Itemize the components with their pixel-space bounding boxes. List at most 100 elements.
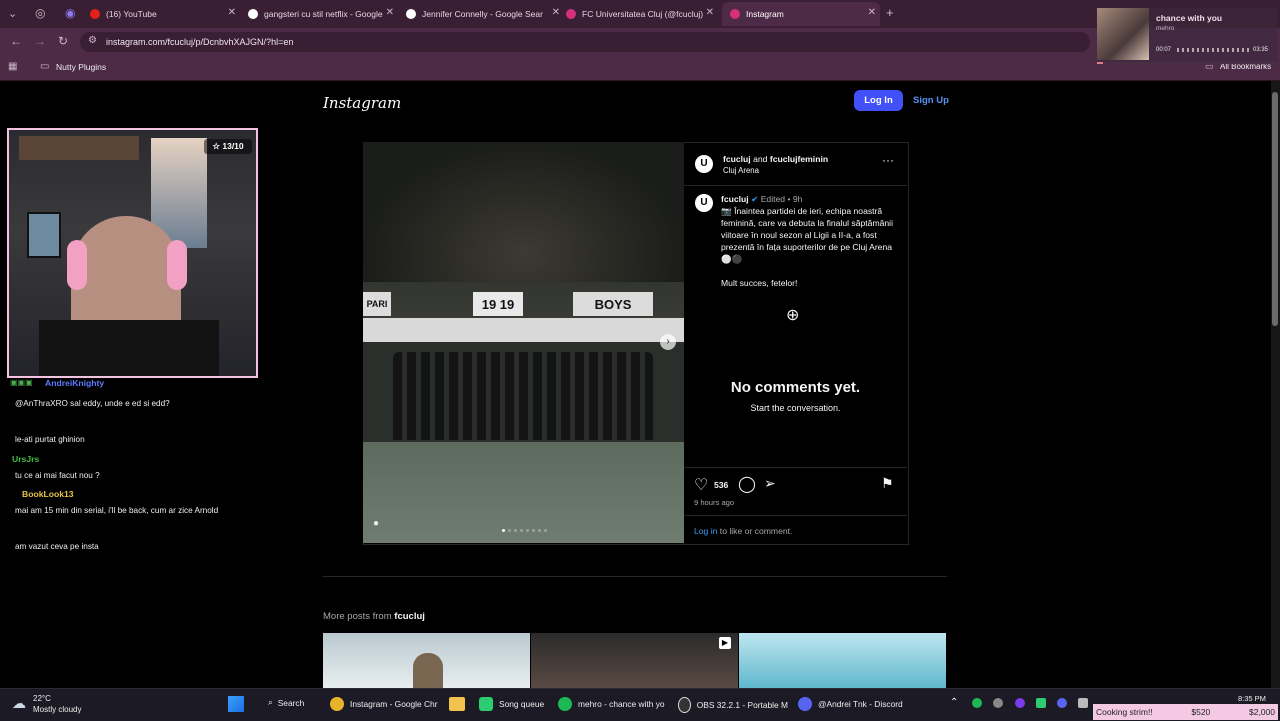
chat-message: am vazut ceva pe insta [15, 542, 99, 551]
tray-discord-icon[interactable] [1057, 698, 1067, 708]
song-progress-fill [1097, 62, 1103, 64]
url-input[interactable]: ⚙ instagram.com/fcucluj/p/DcnbvhXAJGN/?h… [80, 32, 1090, 52]
close-icon[interactable]: ✕ [386, 7, 394, 18]
login-prompt: Log in to like or comment. [694, 526, 793, 536]
song-progress-track [1097, 62, 1277, 64]
taskbar-chrome[interactable]: Instagram - Google Chr [330, 697, 440, 711]
pinned-tab-icon-2[interactable]: ◉ [65, 6, 75, 20]
more-options-icon[interactable]: ··· [882, 153, 894, 167]
taskbar-discord[interactable]: @Andrei Tnk - Discord [798, 697, 908, 711]
bookmark-nutty-plugins[interactable]: Nutty Plugins [56, 62, 106, 72]
weather-desc[interactable]: Mostly cloudy [33, 705, 81, 714]
chat-username: UrsJrs [12, 454, 40, 464]
carousel-dot [538, 529, 541, 532]
add-circle-icon[interactable]: ⊕ [786, 305, 799, 325]
tab-instagram[interactable]: Instagram ✕ [722, 2, 880, 26]
carousel-dot [520, 529, 523, 532]
divider [684, 515, 907, 516]
tab-google-jennifer[interactable]: Jennifer Connelly - Google Sear ✕ [406, 4, 564, 24]
chat-message: tu ce ai mai facut nou ? [15, 471, 100, 480]
close-icon[interactable]: ✕ [868, 7, 876, 18]
pinned-tab-icon[interactable]: ◎ [35, 6, 45, 20]
tray-twitch-icon[interactable] [1015, 698, 1025, 708]
clock[interactable]: 8:35 PM [1238, 694, 1266, 703]
log-in-link[interactable]: Log in [694, 526, 717, 536]
share-icon[interactable]: ➢ [764, 475, 776, 492]
sign-up-link[interactable]: Sign Up [913, 95, 949, 106]
close-icon[interactable]: ✕ [706, 7, 714, 18]
tab-youtube[interactable]: (16) YouTube ✕ [90, 4, 240, 24]
chat-message: mai am 15 min din serial, i'll be back, … [15, 506, 219, 515]
google-icon [248, 9, 258, 19]
video-icon: ▶ [719, 637, 731, 649]
carousel-dot [532, 529, 535, 532]
tray-app-icon-2[interactable] [1078, 698, 1088, 708]
background-shelf [19, 136, 139, 160]
start-conversation-text: Start the conversation. [750, 403, 841, 413]
post-photo[interactable]: PARI 19 19 BOYS [363, 142, 684, 543]
apps-grid-icon[interactable]: ▦ [8, 61, 17, 72]
more-post-thumbnail[interactable] [323, 633, 530, 688]
carousel-dot [544, 529, 547, 532]
close-icon[interactable]: ✕ [228, 7, 236, 18]
song-artist: mehro [1156, 25, 1175, 32]
headphone-right [167, 240, 187, 290]
tray-spotify-icon[interactable] [972, 698, 982, 708]
caption-author-link[interactable]: fcucluj [721, 194, 749, 204]
more-post-thumbnail[interactable]: ▶ [531, 633, 738, 688]
next-image-button[interactable]: › [660, 334, 676, 350]
taskbar-obs[interactable]: OBS 32.2.1 - Portable M [678, 697, 788, 713]
song-elapsed: 00:07 [1156, 47, 1172, 53]
tab-strip: ⌄ ◎ ◉ (16) YouTube ✕ gangsteri cu stil n… [0, 0, 1280, 28]
taskbar-search[interactable]: ⌕ Search [268, 697, 304, 708]
more-post-thumbnail[interactable] [739, 633, 946, 688]
goal-current: $520 [1191, 707, 1211, 717]
author-link[interactable]: fcucluj [723, 154, 751, 164]
back-icon[interactable]: ← [10, 34, 22, 48]
instagram-icon [730, 9, 740, 19]
now-playing-overlay: chance with you mehro 00:07 03:35 [1097, 8, 1277, 64]
discord-icon [798, 697, 812, 711]
reload-icon[interactable]: ↻ [58, 34, 68, 48]
site-info-icon[interactable]: ⚙ [88, 35, 97, 46]
post-timestamp: 9 hours ago [694, 498, 735, 507]
taskbar-song-queue[interactable]: Song queue [479, 697, 544, 711]
fan-banner-right: BOYS [573, 292, 653, 316]
divider [684, 467, 907, 468]
stadium-board [363, 318, 684, 342]
new-tab-icon[interactable]: + [886, 5, 894, 20]
tray-steam-icon[interactable] [993, 698, 1003, 708]
chevron-up-icon[interactable]: ⌃ [950, 697, 958, 708]
team-group [393, 352, 653, 440]
headphone-left [67, 240, 87, 290]
close-icon[interactable]: ✕ [552, 7, 560, 18]
author-avatar[interactable]: U [695, 155, 713, 173]
tab-search-icon[interactable]: ⌄ [8, 7, 17, 20]
instagram-logo[interactable]: Instagram [323, 94, 401, 112]
divider [684, 185, 907, 186]
bookmark-icon[interactable]: ⚑ [881, 475, 894, 492]
caption-author-avatar[interactable]: U [695, 194, 713, 212]
coauthor-link[interactable]: fcuclujfeminin [770, 154, 828, 164]
scrollbar-thumb[interactable] [1272, 92, 1278, 326]
bookmarks-bar: ▦ ▭ Nutty Plugins ▭ All Bookmarks [0, 56, 1280, 81]
tab-fc-universitatea[interactable]: FC Universitatea Cluj (@fcucluj) ✕ [566, 4, 718, 24]
more-posts-user-link[interactable]: fcucluj [394, 611, 425, 622]
heart-icon[interactable]: ♡ [694, 475, 708, 495]
like-count: 536 [714, 480, 729, 490]
log-in-button[interactable]: Log In [854, 90, 903, 111]
tagged-user-icon[interactable]: ● [373, 518, 379, 529]
windows-start-icon[interactable] [228, 696, 244, 712]
tab-google-gangsteri[interactable]: gangsteri cu stil netflix - Google ✕ [248, 4, 398, 24]
weather-icon: ☁ [12, 695, 26, 711]
pitch-grass [363, 442, 684, 543]
weather-temp[interactable]: 22°C [33, 694, 51, 703]
taskbar-spotify[interactable]: mehro - chance with yo [558, 697, 668, 711]
post-location[interactable]: Cluj Arena [723, 166, 759, 175]
carousel-dot-active [502, 529, 505, 532]
forward-icon[interactable]: → [34, 34, 46, 48]
tray-app-icon[interactable] [1036, 698, 1046, 708]
no-comments-heading: No comments yet. [730, 379, 861, 396]
comment-icon[interactable]: ◯ [738, 474, 756, 494]
file-explorer-icon[interactable] [449, 697, 465, 711]
